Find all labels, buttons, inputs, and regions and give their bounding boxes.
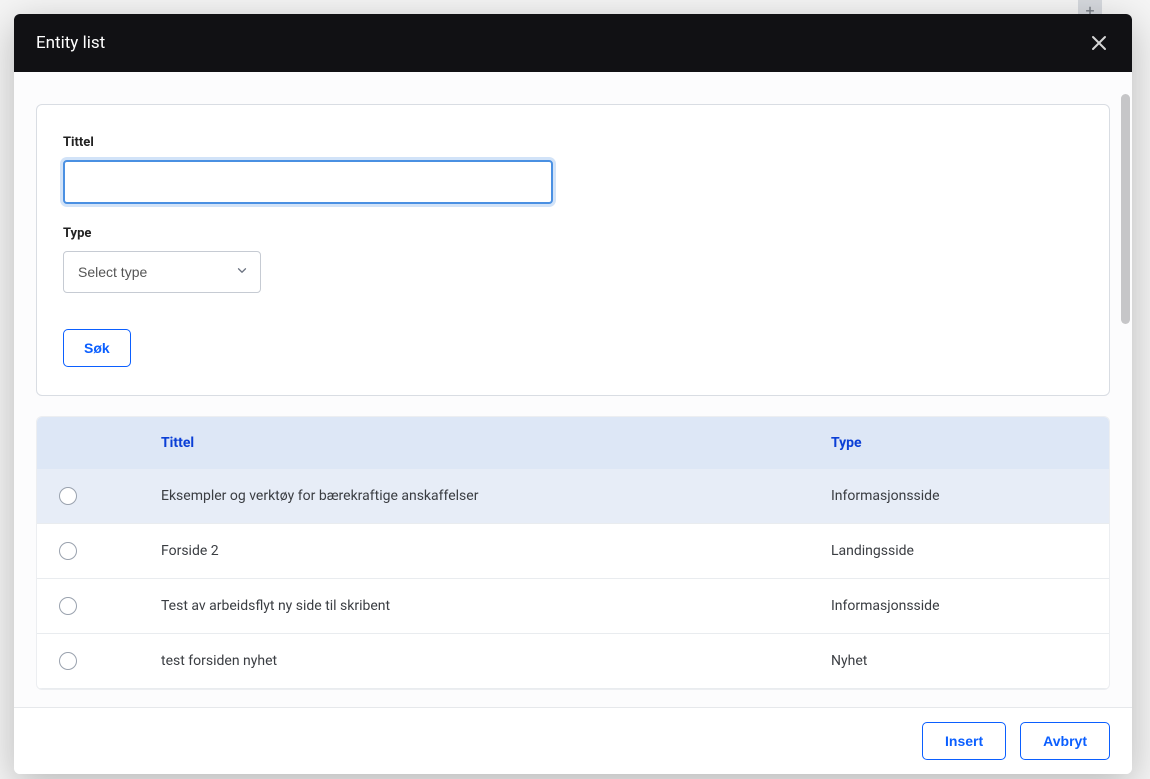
table-row[interactable]: Test av arbeidsflyt ny side til skribent… [37, 579, 1109, 634]
type-label: Type [63, 226, 1083, 241]
table-header-title: Tittel [147, 417, 817, 469]
modal-body: Tittel Type Select type Søk [14, 72, 1132, 707]
type-field-group: Type Select type [63, 226, 1083, 293]
row-type: Informasjonsside [817, 579, 1109, 634]
modal-footer: Insert Avbryt [14, 707, 1132, 774]
results-card: Tittel Type Eksempler og verktøy for bær… [36, 416, 1110, 690]
type-select-wrap: Select type [63, 251, 261, 293]
row-radio[interactable] [59, 652, 77, 670]
filter-card: Tittel Type Select type Søk [36, 104, 1110, 396]
row-title: test forsiden nyhet [147, 634, 817, 689]
row-type: Nyhet [817, 634, 1109, 689]
scrollbar-thumb[interactable] [1121, 94, 1130, 324]
close-icon[interactable] [1088, 32, 1110, 54]
title-input[interactable] [63, 160, 553, 204]
table-header-type: Type [817, 417, 1109, 469]
row-type: Landingsside [817, 524, 1109, 579]
modal-header: Entity list [14, 14, 1132, 72]
row-title: Test av arbeidsflyt ny side til skribent [147, 579, 817, 634]
results-table: Tittel Type Eksempler og verktøy for bær… [37, 417, 1109, 689]
row-type: Informasjonsside [817, 469, 1109, 524]
row-radio[interactable] [59, 487, 77, 505]
type-select[interactable]: Select type [63, 251, 261, 293]
title-label: Tittel [63, 135, 1083, 150]
title-field-group: Tittel [63, 135, 1083, 204]
table-row[interactable]: Eksempler og verktøy for bærekraftige an… [37, 469, 1109, 524]
table-header-row: Tittel Type [37, 417, 1109, 469]
table-row[interactable]: test forsiden nyhet Nyhet [37, 634, 1109, 689]
table-header-radio [37, 417, 147, 469]
table-row[interactable]: Forside 2 Landingsside [37, 524, 1109, 579]
search-button[interactable]: Søk [63, 329, 131, 367]
insert-button[interactable]: Insert [922, 722, 1006, 760]
row-title: Forside 2 [147, 524, 817, 579]
row-radio[interactable] [59, 597, 77, 615]
row-radio[interactable] [59, 542, 77, 560]
cancel-button[interactable]: Avbryt [1020, 722, 1110, 760]
entity-list-modal: Entity list Tittel Type Select type [14, 14, 1132, 774]
modal-title: Entity list [36, 33, 105, 53]
row-title: Eksempler og verktøy for bærekraftige an… [147, 469, 817, 524]
